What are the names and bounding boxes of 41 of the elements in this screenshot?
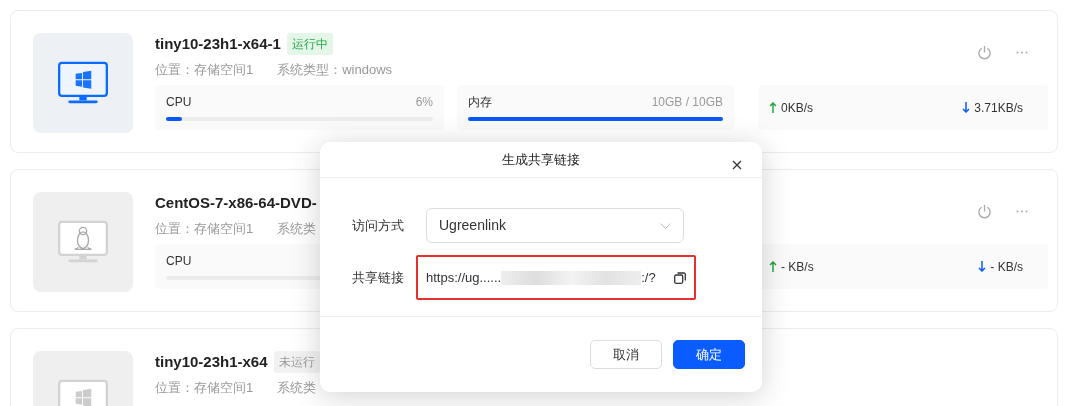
stat-label: 内存 xyxy=(468,94,492,111)
more-icon[interactable] xyxy=(1016,51,1028,54)
upload-arrow-icon xyxy=(769,261,777,272)
upload-speed: 0KB/s xyxy=(781,99,813,117)
confirm-button[interactable]: 确定 xyxy=(673,340,745,369)
copy-icon[interactable] xyxy=(674,271,686,284)
more-icon[interactable] xyxy=(1016,210,1028,213)
monitor-icon xyxy=(57,220,109,264)
location-text: 位置：存储空间1 xyxy=(155,220,254,236)
location-text: 位置：存储空间1 xyxy=(155,61,254,77)
status-badge: 未运行 xyxy=(273,351,320,374)
link-text: https://ug...... xyxy=(426,268,502,287)
download-speed: 3.71KB/s xyxy=(974,99,1023,117)
status-badge: 运行中 xyxy=(286,33,333,56)
upload-speed: - KB/s xyxy=(781,258,814,276)
power-icon[interactable] xyxy=(977,45,992,60)
field-label: 访问方式 xyxy=(352,216,405,235)
close-icon[interactable] xyxy=(732,159,742,170)
upload-arrow-icon xyxy=(769,102,777,113)
os-type-text: 系统类 xyxy=(277,379,317,395)
location-text: 位置：存储空间1 xyxy=(155,379,254,395)
access-select[interactable]: Ugreenlink xyxy=(426,208,684,243)
vm-name: CentOS-7-x86-64-DVD- xyxy=(155,193,317,213)
download-arrow-icon xyxy=(962,102,971,113)
dialog-title: 生成共享链接 xyxy=(502,150,580,169)
os-type-text: 系统类型：windows xyxy=(277,61,393,77)
monitor-icon xyxy=(57,61,109,105)
vm-name: tiny10-23h1-x64 xyxy=(155,352,268,372)
link-text: :/? xyxy=(641,268,656,287)
stat-label: CPU xyxy=(166,94,192,111)
power-icon[interactable] xyxy=(977,204,992,219)
chevron-down-icon xyxy=(660,222,671,229)
cancel-button[interactable]: 取消 xyxy=(590,340,662,369)
field-label: 共享链接 xyxy=(352,268,405,287)
stat-label: CPU xyxy=(166,253,192,270)
vm-name: tiny10-23h1-x64-1 xyxy=(155,34,281,54)
download-arrow-icon xyxy=(978,261,987,272)
download-speed: - KB/s xyxy=(990,258,1023,276)
os-type-text: 系统类 xyxy=(277,220,317,236)
stat-reading: 10GB / 10GB xyxy=(651,94,723,111)
stat-reading: 6% xyxy=(415,94,433,111)
